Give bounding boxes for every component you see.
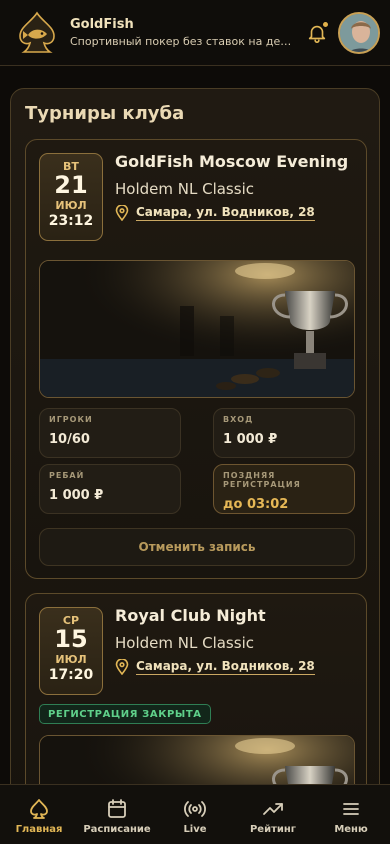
game-type: Holdem NL Classic — [115, 180, 254, 198]
brand-block: GoldFish Спортивный покер без ставок на … — [70, 17, 298, 48]
stat-value: 10/60 — [49, 432, 90, 447]
stat-players: ИГРОКИ 10/60 — [39, 408, 181, 458]
location-text: Самара, ул. Водников, 28 — [136, 205, 315, 221]
date-badge: СР 15 ИЮЛ 17:20 — [39, 607, 103, 695]
location-link[interactable]: Самара, ул. Водников, 28 — [115, 659, 315, 675]
stat-entry: ВХОД 1 000 ₽ — [213, 408, 355, 458]
location-text: Самара, ул. Водников, 28 — [136, 659, 315, 675]
nav-label: Расписание — [83, 824, 151, 835]
menu-icon — [343, 803, 359, 815]
tournament-name[interactable]: GoldFish Moscow Evening — [115, 152, 348, 171]
nav-label: Live — [183, 824, 207, 835]
tournament-photo — [39, 260, 355, 398]
date-badge: ВТ 21 ИЮЛ 23:12 — [39, 153, 103, 241]
notification-dot — [322, 20, 329, 28]
nav-live[interactable]: Live — [156, 785, 234, 844]
trend-icon — [263, 803, 283, 815]
tournament-name[interactable]: Royal Club Night — [115, 606, 266, 625]
stat-label: РЕБАЙ — [49, 471, 85, 480]
tournament-card[interactable]: ВТ 21 ИЮЛ 23:12 GoldFish Moscow Evening … — [25, 139, 367, 579]
start-time: 23:12 — [48, 213, 94, 229]
stat-late-registration: ПОЗДНЯЯ РЕГИСТРАЦИЯ до 03:02 — [213, 464, 355, 514]
cancel-registration-button[interactable]: Отменить запись — [39, 528, 355, 566]
spade-fish-logo[interactable] — [14, 10, 60, 56]
tournaments-panel: Турниры клуба ВТ 21 ИЮЛ 23:12 GoldFish M… — [10, 88, 380, 808]
app-title: GoldFish — [70, 17, 134, 32]
nav-schedule[interactable]: Расписание — [78, 785, 156, 844]
nav-home[interactable]: Главная — [0, 785, 78, 844]
location-pin-icon — [115, 659, 129, 675]
app-subtitle: Спортивный покер без ставок на деньги — [70, 35, 298, 48]
date-day: 15 — [54, 625, 88, 653]
date-month: ИЮЛ — [55, 653, 87, 666]
game-type: Holdem NL Classic — [115, 634, 254, 652]
stat-value: 1 000 ₽ — [223, 432, 278, 447]
nav-label: Меню — [334, 824, 368, 835]
start-time: 17:20 — [48, 667, 94, 683]
tournament-card[interactable]: СР 15 ИЮЛ 17:20 Royal Club Night Holdem … — [25, 593, 367, 807]
stat-value: до 03:02 — [223, 497, 289, 512]
location-link[interactable]: Самара, ул. Водников, 28 — [115, 205, 315, 221]
panel-title: Турниры клуба — [25, 103, 185, 124]
broadcast-icon — [184, 801, 206, 817]
stat-value: 1 000 ₽ — [49, 488, 104, 503]
date-month: ИЮЛ — [55, 199, 87, 212]
nav-rating[interactable]: Рейтинг — [234, 785, 312, 844]
location-pin-icon — [115, 205, 129, 221]
bottom-nav: Главная Расписание Live Рейтинг Меню — [0, 784, 390, 844]
stat-rebuy: РЕБАЙ 1 000 ₽ — [39, 464, 181, 514]
stat-label: ИГРОКИ — [49, 415, 93, 424]
date-day: 21 — [54, 171, 88, 199]
nav-label: Рейтинг — [249, 824, 297, 835]
app-header: GoldFish Спортивный покер без ставок на … — [0, 0, 390, 66]
stat-label: ВХОД — [223, 415, 254, 424]
calendar-icon — [108, 799, 126, 818]
stat-label: ПОЗДНЯЯ РЕГИСТРАЦИЯ — [223, 471, 301, 489]
notifications-button[interactable] — [306, 20, 329, 44]
nav-menu[interactable]: Меню — [312, 785, 390, 844]
spade-icon — [30, 799, 48, 819]
registration-closed-badge: РЕГИСТРАЦИЯ ЗАКРЫТА — [39, 704, 211, 724]
avatar[interactable] — [338, 11, 380, 54]
nav-label: Главная — [15, 824, 63, 835]
